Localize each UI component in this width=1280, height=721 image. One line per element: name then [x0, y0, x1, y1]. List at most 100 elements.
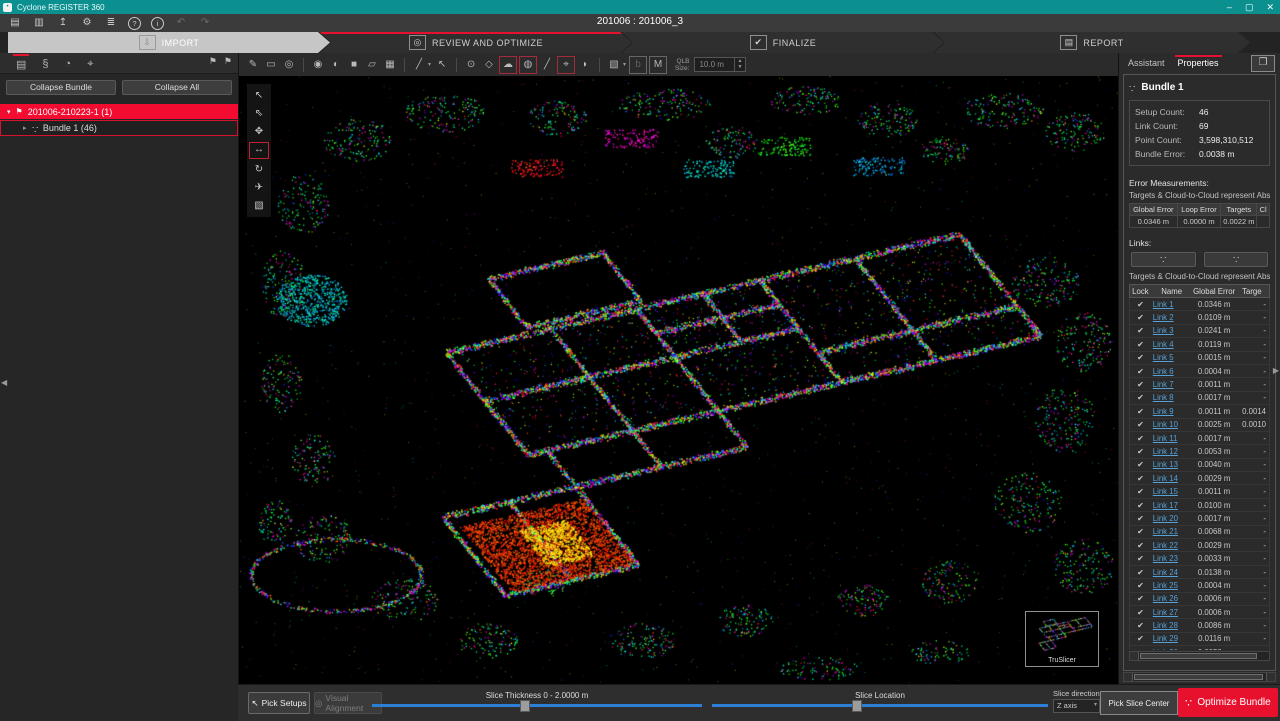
lock-checkbox[interactable]: ✔ [1130, 300, 1151, 309]
save-project-icon[interactable]: ▥ [32, 16, 46, 30]
storage-icon[interactable]: ≣ [104, 16, 118, 30]
lock-checkbox[interactable]: ✔ [1130, 367, 1151, 376]
lock-checkbox[interactable]: ✔ [1130, 340, 1151, 349]
links-table-scrollbar[interactable] [1129, 651, 1270, 661]
link-name[interactable]: Link 7 [1151, 380, 1191, 389]
lock-checkbox[interactable]: ✔ [1130, 608, 1151, 617]
workflow-step-import[interactable]: ⇩IMPORT [8, 32, 330, 53]
links-column-header[interactable]: Lock [1130, 287, 1151, 296]
link-name[interactable]: Link 15 [1151, 487, 1191, 496]
link-name[interactable]: Link 2 [1151, 313, 1191, 322]
lock-checkbox[interactable]: ✔ [1130, 393, 1151, 402]
pick-arrow-icon[interactable]: ↖ [434, 57, 450, 73]
redo-icon[interactable]: ↷ [198, 16, 212, 30]
link-name[interactable]: Link 9 [1151, 407, 1191, 416]
solid-view-icon[interactable]: ■ [346, 57, 362, 73]
ruler-icon[interactable]: ╱ [411, 57, 427, 73]
slice-width-icon[interactable]: ↔ [249, 142, 269, 159]
lock-checkbox[interactable]: ✔ [1130, 460, 1151, 469]
qlb-size-input[interactable]: 10.0 m▲▼ [694, 57, 746, 72]
collapse-left-panel-icon[interactable]: ◀ [1, 378, 7, 387]
collapse-bundle-button[interactable]: Collapse Bundle [6, 80, 116, 95]
links-tab[interactable]: § [42, 56, 48, 70]
tree-item-bundle[interactable]: ▸ ∴ Bundle 1 (46) [0, 120, 238, 136]
view-cube-icon-caret[interactable]: ▾ [623, 61, 626, 68]
lock-checkbox[interactable]: ✔ [1130, 407, 1151, 416]
qlb-m-icon[interactable]: M [649, 56, 667, 74]
lock-checkbox[interactable]: ✔ [1130, 313, 1151, 322]
close-icon[interactable]: ✕ [1266, 0, 1274, 14]
lock-checkbox[interactable]: ✔ [1130, 326, 1151, 335]
frame-icon[interactable]: ▭ [263, 57, 279, 73]
lock-checkbox[interactable]: ✔ [1130, 581, 1151, 590]
link-name[interactable]: Link 6 [1151, 367, 1191, 376]
lock-checkbox[interactable]: ✔ [1130, 434, 1151, 443]
remove-link-button[interactable]: ∴ [1204, 252, 1269, 267]
qlb-size-stepper[interactable]: ▲▼ [734, 58, 744, 71]
lock-checkbox[interactable]: ✔ [1130, 501, 1151, 510]
cloud-to-cloud-icon[interactable]: ☁ [499, 56, 517, 74]
link-name[interactable]: Link 27 [1151, 608, 1191, 617]
link-name[interactable]: Link 1 [1151, 300, 1191, 309]
link-name[interactable]: Link 21 [1151, 527, 1191, 536]
history-tab[interactable]: ◔ [65, 56, 72, 70]
target-icon[interactable]: ⊙ [463, 57, 479, 73]
workflow-step-finalize[interactable]: ✔FINALIZE [622, 32, 944, 53]
optimize-bundle-button[interactable]: ∴ Optimize Bundle [1178, 688, 1278, 717]
workflow-step-review-and-optimize[interactable]: ◎REVIEW AND OPTIMIZE [320, 32, 632, 53]
limit-box-icon[interactable]: ◍ [519, 56, 537, 74]
link-name[interactable]: Link 29 [1151, 634, 1191, 643]
lock-checkbox[interactable]: ✔ [1130, 634, 1151, 643]
lock-checkbox[interactable]: ✔ [1130, 554, 1151, 563]
orbit-icon[interactable]: ↻ [250, 162, 268, 177]
link-name[interactable]: Link 17 [1151, 501, 1191, 510]
info-icon[interactable]: i [151, 17, 164, 30]
slice-direction-select[interactable]: Z axis ▾ [1053, 699, 1100, 713]
link-name[interactable]: Link 26 [1151, 594, 1191, 603]
collapse-right-panel-icon[interactable]: ▶ [1273, 366, 1279, 375]
link-name[interactable]: Link 10 [1151, 420, 1191, 429]
undo-icon[interactable]: ↶ [174, 16, 188, 30]
lock-checkbox[interactable]: ✔ [1130, 420, 1151, 429]
settings-gear-icon[interactable]: ⚙ [80, 16, 94, 30]
collapse-all-button[interactable]: Collapse All [122, 80, 232, 95]
lock-checkbox[interactable]: ✔ [1130, 474, 1151, 483]
lock-checkbox[interactable]: ✔ [1130, 447, 1151, 456]
pick-point-icon[interactable]: ⇖ [250, 106, 268, 121]
lock-checkbox[interactable]: ✔ [1130, 514, 1151, 523]
setup-filter-icon[interactable]: ◗ [577, 57, 593, 73]
truslicer-minimap[interactable]: TruSlicer [1025, 611, 1099, 667]
lock-checkbox[interactable]: ✔ [1130, 353, 1151, 362]
lock-checkbox[interactable]: ✔ [1130, 568, 1151, 577]
lock-checkbox[interactable]: ✔ [1130, 648, 1151, 650]
link-name[interactable]: Link 11 [1151, 434, 1191, 443]
link-name[interactable]: Link 4 [1151, 340, 1191, 349]
pick-setups-button[interactable]: ↖ Pick Setups [248, 692, 310, 714]
select-icon[interactable]: ↖ [250, 88, 268, 103]
qlb-b-icon[interactable]: b [629, 56, 647, 74]
pin-icon[interactable]: ⌖ [557, 56, 575, 74]
panorama-icon[interactable]: ▱ [364, 57, 380, 73]
maximize-icon[interactable]: ▢ [1245, 0, 1254, 14]
point-cloud-render[interactable] [239, 76, 1119, 685]
cascade-windows-icon[interactable]: ❐ [1251, 55, 1275, 72]
project-explorer-tab[interactable]: ▤ [16, 56, 26, 71]
fly-icon[interactable]: ✈ [250, 180, 268, 195]
links-column-header[interactable]: Name [1151, 287, 1191, 296]
link-name[interactable]: Link 28 [1151, 621, 1191, 630]
lock-checkbox[interactable]: ✔ [1130, 621, 1151, 630]
image-view-icon[interactable]: ▦ [382, 57, 398, 73]
lock-checkbox[interactable]: ✔ [1130, 541, 1151, 550]
flag-remove-icon[interactable]: ⚑ [224, 56, 232, 67]
point-cloud-canvas-area[interactable]: ↖⇖✥↔↻✈▧ TruSlicer [239, 76, 1119, 685]
pan-icon[interactable]: ✥ [250, 124, 268, 139]
help-icon[interactable]: ? [128, 17, 141, 30]
workflow-step-report[interactable]: ▤REPORT [934, 32, 1250, 53]
link-name[interactable]: Link 23 [1151, 554, 1191, 563]
add-link-button[interactable]: ∴ [1131, 252, 1196, 267]
lock-checkbox[interactable]: ✔ [1130, 527, 1151, 536]
link-name[interactable]: Link 24 [1151, 568, 1191, 577]
minimize-icon[interactable]: – [1227, 0, 1232, 14]
ruler-icon-caret[interactable]: ▾ [428, 61, 431, 68]
link-name[interactable]: Link 14 [1151, 474, 1191, 483]
